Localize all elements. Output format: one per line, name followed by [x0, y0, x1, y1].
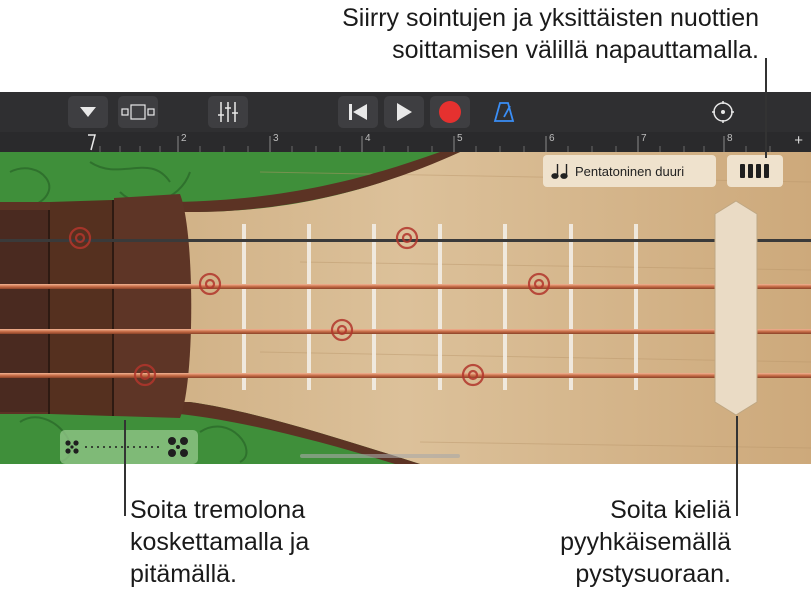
browser-menu-icon [80, 107, 96, 117]
callout-tremolo: Soita tremolona koskettamalla ja pitämäl… [130, 494, 430, 590]
chord-strips-icon [740, 164, 769, 178]
view-button[interactable] [118, 96, 158, 128]
guzheng-body[interactable] [0, 152, 811, 464]
callout-line: Soita kieliä [610, 496, 731, 524]
metronome-button[interactable] [484, 96, 524, 128]
browser-button[interactable] [68, 96, 108, 128]
string-3[interactable] [0, 329, 811, 334]
mixer-icon [218, 102, 238, 122]
record-icon [439, 101, 461, 123]
callout-line: pyyhkäisemällä [560, 528, 731, 556]
string-2[interactable] [0, 284, 811, 289]
settings-icon [712, 101, 734, 123]
settings-button[interactable] [706, 96, 740, 128]
garageband-guzheng-screen: 2 3 4 5 6 7 8 + Pentatoninen duuri [0, 92, 811, 464]
callout-line: soittamisen välillä napauttamalla. [392, 36, 759, 64]
rewind-icon [349, 104, 367, 120]
ruler-bar-label: 5 [457, 133, 463, 144]
ruler-bar-label: 8 [727, 133, 733, 144]
mixer-button[interactable] [208, 96, 248, 128]
ruler-bar-label: 6 [549, 133, 555, 144]
home-indicator [300, 454, 460, 458]
leader-line-top [765, 58, 767, 158]
leader-line-strum [736, 416, 738, 516]
scale-button[interactable]: Pentatoninen duuri [543, 155, 716, 187]
callout-line: Soita tremolona [130, 496, 306, 524]
play-icon [397, 103, 412, 121]
playhead-icon[interactable] [88, 134, 96, 151]
rewind-button[interactable] [338, 96, 378, 128]
callout-line: pitämällä. [130, 560, 237, 588]
callout-line: koskettamalla ja [130, 528, 310, 556]
callout-line: Siirry sointujen ja yksittäisten nuottie… [342, 4, 759, 32]
string-4[interactable] [0, 373, 811, 378]
callout-line: pystysuoraan. [575, 560, 731, 588]
add-section-button[interactable]: + [794, 132, 803, 149]
leader-line-tremolo [124, 420, 126, 516]
view-toggle-icon [121, 104, 155, 120]
instrument-stage: Pentatoninen duuri [0, 152, 811, 464]
tremolo-fan-icon [65, 437, 188, 457]
play-button[interactable] [384, 96, 424, 128]
chords-notes-toggle[interactable] [727, 155, 783, 187]
music-notes-icon [551, 164, 568, 179]
ruler-bar-label: 3 [273, 133, 279, 144]
metronome-icon [493, 102, 515, 122]
ruler-bar-label: 2 [181, 133, 187, 144]
callout-chord-toggle: Siirry sointujen ja yksittäisten nuottie… [199, 2, 759, 66]
strum-strip[interactable] [714, 200, 758, 416]
bridge-blocks [0, 194, 192, 418]
scale-label: Pentatoninen duuri [575, 163, 685, 179]
callout-strum: Soita kieliä pyyhkäisemällä pystysuoraan… [431, 494, 731, 590]
timeline-ruler[interactable]: 2 3 4 5 6 7 8 + [0, 132, 811, 152]
ruler-ticks [88, 134, 771, 152]
ruler-bar-label: 7 [641, 133, 647, 144]
control-bar [0, 92, 811, 132]
record-button[interactable] [430, 96, 470, 128]
ruler-bar-label: 4 [365, 133, 371, 144]
tremolo-control[interactable] [60, 430, 198, 464]
